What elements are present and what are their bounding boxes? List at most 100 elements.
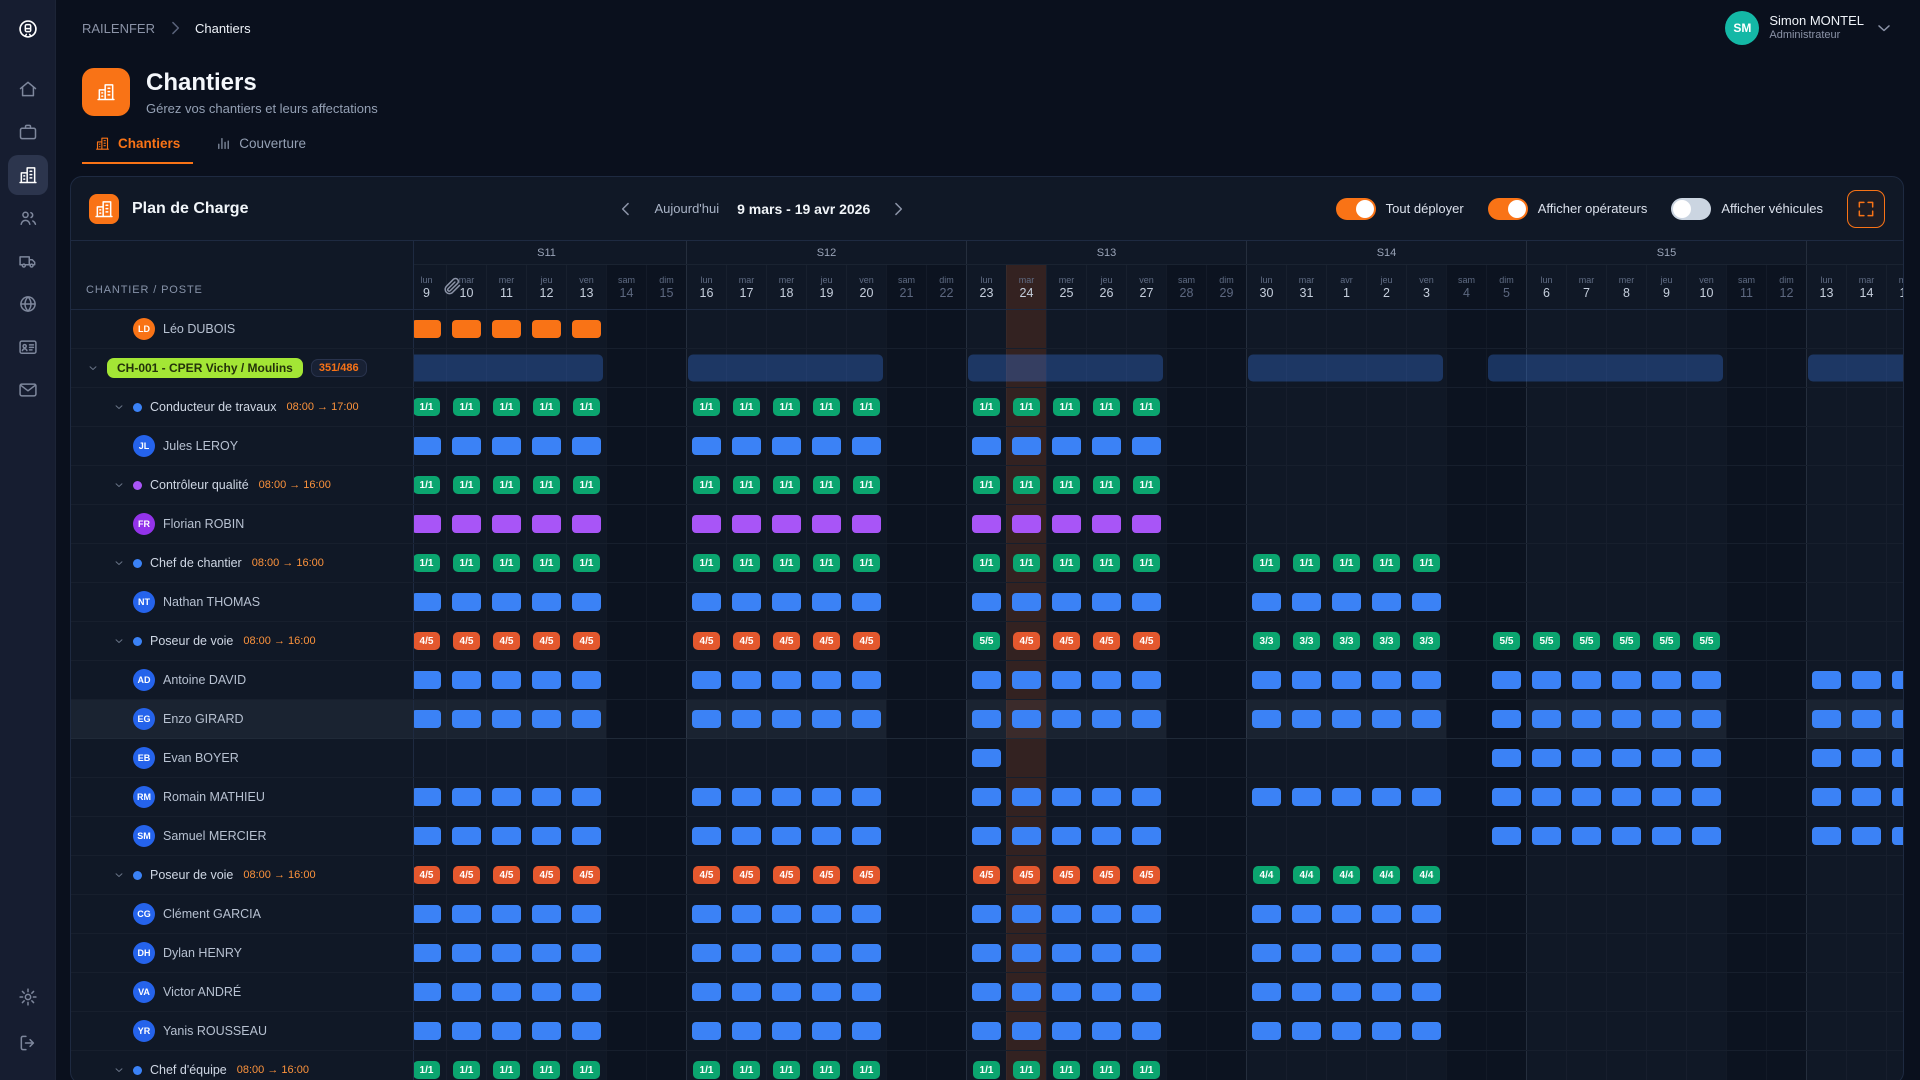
assignment-bar[interactable] (1292, 983, 1321, 1001)
capacity-badge[interactable]: 1/1 (813, 1061, 840, 1079)
capacity-badge[interactable]: 4/4 (1373, 866, 1400, 884)
assignment-bar[interactable] (572, 437, 601, 455)
capacity-badge[interactable]: 1/1 (453, 476, 480, 494)
assignment-bar[interactable] (1332, 944, 1361, 962)
assignment-bar[interactable] (1052, 437, 1081, 455)
capacity-badge[interactable]: 4/5 (414, 632, 440, 650)
sidebar-item-badges[interactable] (8, 327, 48, 367)
assignment-bar[interactable] (532, 671, 561, 689)
assignment-bar[interactable] (972, 983, 1001, 1001)
assignment-bar[interactable] (1292, 905, 1321, 923)
assignment-bar[interactable] (732, 788, 761, 806)
assignment-bar[interactable] (852, 593, 881, 611)
capacity-badge[interactable]: 1/1 (1093, 398, 1120, 416)
capacity-badge[interactable]: 1/1 (693, 1061, 720, 1079)
capacity-badge[interactable]: 3/3 (1293, 632, 1320, 650)
assignment-bar[interactable] (1532, 788, 1561, 806)
capacity-badge[interactable]: 1/1 (973, 398, 1000, 416)
assignment-bar[interactable] (1132, 905, 1161, 923)
assignment-bar[interactable] (1812, 671, 1841, 689)
operator-label[interactable]: LDLéo DUBOIS (71, 310, 414, 348)
assignment-bar[interactable] (572, 827, 601, 845)
assignment-bar[interactable] (732, 905, 761, 923)
assignment-bar[interactable] (1332, 788, 1361, 806)
assignment-bar[interactable] (1012, 983, 1041, 1001)
assignment-bar[interactable] (1052, 671, 1081, 689)
assignment-bar[interactable] (1372, 710, 1401, 728)
assignment-bar[interactable] (1092, 437, 1121, 455)
assignment-bar[interactable] (692, 827, 721, 845)
assignment-bar[interactable] (812, 437, 841, 455)
capacity-badge[interactable]: 1/1 (773, 1061, 800, 1079)
capacity-badge[interactable]: 4/5 (493, 632, 520, 650)
assignment-bar[interactable] (572, 710, 601, 728)
capacity-badge[interactable]: 1/1 (533, 476, 560, 494)
assignment-bar[interactable] (1692, 827, 1721, 845)
capacity-badge[interactable]: 1/1 (573, 554, 600, 572)
assignment-bar[interactable] (1252, 593, 1281, 611)
assignment-bar[interactable] (1252, 710, 1281, 728)
assignment-bar[interactable] (572, 905, 601, 923)
assignment-bar[interactable] (452, 1022, 481, 1040)
assignment-bar[interactable] (1372, 671, 1401, 689)
assignment-bar[interactable] (1092, 1022, 1121, 1040)
assignment-bar[interactable] (1012, 944, 1041, 962)
capacity-badge[interactable]: 1/1 (533, 1061, 560, 1079)
assignment-bar[interactable] (1372, 905, 1401, 923)
sidebar-item-home[interactable] (8, 69, 48, 109)
assignment-bar[interactable] (452, 437, 481, 455)
assignment-bar[interactable] (972, 749, 1001, 767)
assignment-bar[interactable] (732, 827, 761, 845)
assignment-bar[interactable] (812, 983, 841, 1001)
capacity-badge[interactable]: 4/5 (573, 866, 600, 884)
capacity-badge[interactable]: 1/1 (813, 554, 840, 572)
assignment-bar[interactable] (532, 905, 561, 923)
capacity-badge[interactable]: 1/1 (1093, 1061, 1120, 1079)
assignment-bar[interactable] (852, 983, 881, 1001)
assignment-bar[interactable] (1612, 671, 1641, 689)
capacity-badge[interactable]: 5/5 (1533, 632, 1560, 650)
breadcrumb-root[interactable]: RAILENFER (82, 21, 155, 36)
assignment-bar[interactable] (452, 944, 481, 962)
assignment-bar[interactable] (1532, 749, 1561, 767)
assignment-bar[interactable] (532, 710, 561, 728)
fullscreen-button[interactable] (1847, 190, 1885, 228)
capacity-badge[interactable]: 1/1 (813, 476, 840, 494)
assignment-bar[interactable] (692, 437, 721, 455)
assignment-bar[interactable] (1492, 788, 1521, 806)
capacity-badge[interactable]: 4/5 (1013, 632, 1040, 650)
assignment-bar[interactable] (1092, 593, 1121, 611)
assignment-bar[interactable] (772, 983, 801, 1001)
assignment-bar[interactable] (772, 593, 801, 611)
chantier-label[interactable]: CH-001 - CPER Vichy / Moulins351/486 (71, 349, 414, 387)
capacity-badge[interactable]: 4/5 (1053, 866, 1080, 884)
assignment-bar[interactable] (732, 944, 761, 962)
assignment-bar[interactable] (532, 944, 561, 962)
assignment-bar[interactable] (972, 1022, 1001, 1040)
assignment-bar[interactable] (1132, 944, 1161, 962)
assignment-bar[interactable] (452, 983, 481, 1001)
chantier-band[interactable] (1488, 355, 1723, 382)
capacity-badge[interactable]: 1/1 (573, 1061, 600, 1079)
assignment-bar[interactable] (692, 710, 721, 728)
assignment-bar[interactable] (772, 1022, 801, 1040)
assignment-bar[interactable] (1252, 788, 1281, 806)
assignment-bar[interactable] (1492, 710, 1521, 728)
capacity-badge[interactable]: 1/1 (1053, 398, 1080, 416)
assignment-bar[interactable] (1292, 671, 1321, 689)
chevron-down-icon[interactable] (87, 362, 99, 374)
assignment-bar[interactable] (414, 437, 441, 455)
assignment-bar[interactable] (1652, 749, 1681, 767)
assignment-bar[interactable] (1412, 1022, 1441, 1040)
assignment-bar[interactable] (1852, 827, 1881, 845)
assignment-bar[interactable] (812, 593, 841, 611)
assignment-bar[interactable] (1612, 788, 1641, 806)
assignment-bar[interactable] (1012, 710, 1041, 728)
assignment-bar[interactable] (452, 905, 481, 923)
capacity-badge[interactable]: 1/1 (733, 398, 760, 416)
assignment-bar[interactable] (692, 944, 721, 962)
assignment-bar[interactable] (1412, 788, 1441, 806)
capacity-badge[interactable]: 1/1 (453, 1061, 480, 1079)
assignment-bar[interactable] (1132, 515, 1161, 533)
capacity-badge[interactable]: 1/1 (853, 476, 880, 494)
